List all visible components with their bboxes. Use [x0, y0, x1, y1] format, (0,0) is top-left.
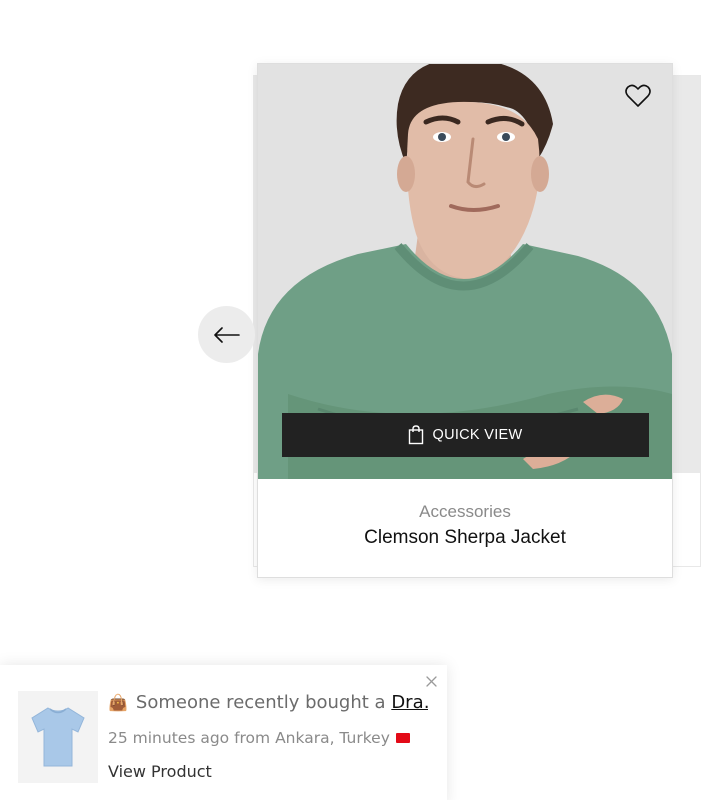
notification-product-thumbnail[interactable] [18, 691, 98, 783]
product-image[interactable]: QUICK VIEW [258, 64, 672, 479]
product-category[interactable]: Accessories [258, 502, 672, 522]
turkey-flag-icon [395, 733, 410, 743]
product-name[interactable]: Clemson Sherpa Jacket [258, 527, 672, 549]
arrow-left-icon [213, 326, 240, 343]
product-info: Accessories Clemson Sherpa Jacket [258, 479, 672, 577]
quick-view-button[interactable]: QUICK VIEW [282, 413, 649, 457]
view-product-link[interactable]: View Product [108, 762, 212, 781]
heart-outline-icon [625, 84, 651, 107]
shopping-bag-icon [409, 425, 424, 445]
notification-product-link[interactable]: Dra… [391, 692, 428, 713]
quick-view-label: QUICK VIEW [432, 427, 523, 443]
close-icon [425, 675, 437, 687]
notification-close-button[interactable] [423, 673, 439, 689]
wishlist-button[interactable] [624, 82, 652, 110]
notification-time-text: 25 minutes ago from Ankara, Turkey [108, 729, 390, 747]
notification-message: 👜 Someone recently bought a Dra… [108, 692, 428, 713]
handbag-icon: 👜 [108, 693, 128, 712]
product-card[interactable]: QUICK VIEW Accessories Clemson Sherpa Ja… [257, 63, 673, 578]
notification-prefix: Someone recently bought a [135, 692, 386, 713]
sales-notification: 👜 Someone recently bought a Dra… 25 minut… [0, 665, 447, 800]
tshirt-image [31, 707, 85, 767]
carousel-prev-button[interactable] [198, 306, 255, 363]
notification-time-location: 25 minutes ago from Ankara, Turkey [108, 729, 428, 747]
